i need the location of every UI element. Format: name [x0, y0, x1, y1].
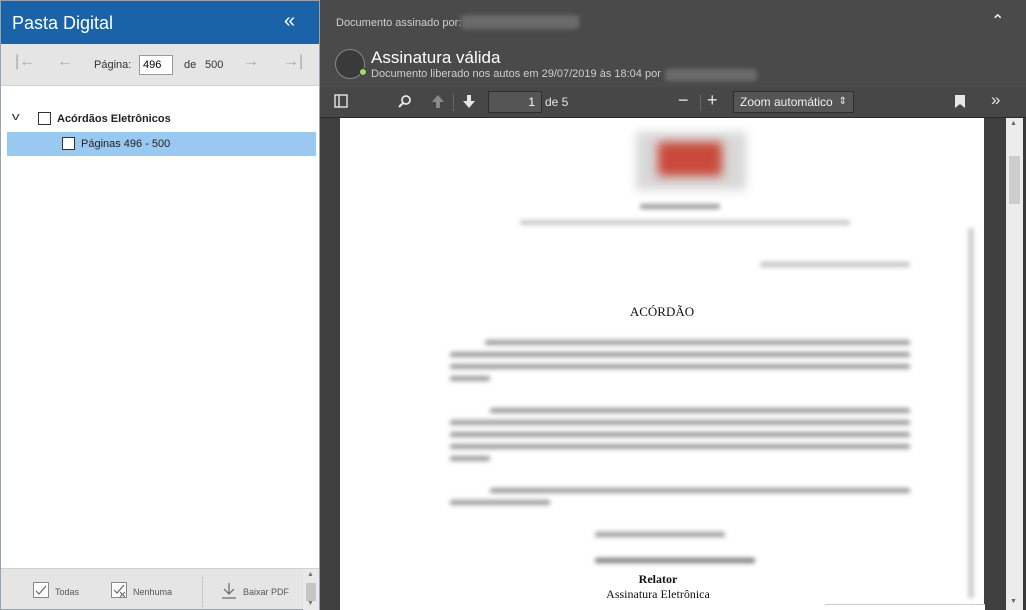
page-label: Página: [94, 59, 132, 71]
document-heading: ACÓRDÃO [629, 304, 695, 319]
scroll-up-icon[interactable]: ▲ [1010, 120, 1017, 127]
next-page-icon[interactable]: → [243, 53, 259, 71]
previous-page-icon[interactable]: ← [57, 53, 73, 71]
redacted-text [450, 432, 910, 437]
signature-released-text: Documento liberado nos autos em 29/07/20… [371, 68, 661, 80]
signature-header: Documento assinado por: ⌃ [320, 0, 1026, 43]
redacted-text [450, 444, 910, 449]
redacted-text [490, 488, 910, 493]
zoom-select[interactable]: Zoom automático ⇕ [733, 91, 854, 113]
viewer-scrollbar[interactable]: ▲ ▼ [1006, 118, 1023, 610]
select-arrows-icon: ⇕ [838, 96, 847, 107]
page-of-label: de [184, 59, 197, 71]
bookmark-icon[interactable] [954, 94, 966, 113]
zoom-in-icon[interactable]: + [707, 91, 718, 109]
page-number-input[interactable] [139, 55, 173, 75]
redacted-text [595, 532, 725, 537]
download-pdf-button[interactable]: Baixar PDF [219, 569, 299, 610]
toolbar-divider [453, 94, 454, 111]
tree-node-checkbox[interactable] [38, 112, 51, 125]
redacted-text [640, 204, 720, 209]
redacted-text [450, 500, 550, 505]
toolbar-divider [700, 94, 701, 111]
horizontal-scrollbar[interactable] [825, 604, 985, 610]
total-pages: 500 [205, 59, 224, 71]
redacted-text [450, 456, 490, 461]
pdf-page-input[interactable] [488, 91, 542, 113]
tree-node-label: Páginas 496 - 500 [81, 138, 171, 150]
redacted-text [520, 220, 850, 225]
pdf-toolbar: de 5 − + Zoom automático ⇕ » [320, 87, 1026, 118]
previous-page-arrow-icon[interactable] [431, 94, 445, 113]
select-all-button[interactable]: Todas [31, 569, 91, 610]
scroll-down-icon[interactable]: ▼ [307, 600, 314, 607]
pdf-page: ACÓRDÃO [340, 118, 984, 610]
first-page-icon[interactable]: |← [15, 53, 35, 71]
check-icon [33, 582, 49, 598]
tree-scrollbar[interactable]: ▲ ▼ [303, 569, 319, 610]
redacted-text [595, 558, 755, 563]
chevron-up-icon[interactable]: ⌃ [991, 11, 1004, 31]
redacted-text [450, 376, 490, 381]
redacted-text [490, 408, 910, 413]
margin-stamp [968, 228, 974, 598]
chevron-down-icon[interactable]: v [12, 111, 20, 123]
download-pdf-label: Baixar PDF [243, 587, 290, 597]
select-all-label: Todas [55, 587, 80, 597]
tree-node-checkbox[interactable] [62, 137, 75, 150]
redacted-releaser [665, 69, 757, 81]
zoom-select-value: Zoom automático [740, 95, 833, 109]
panel-title: Pasta Digital [12, 13, 114, 33]
tree-node-label: Acórdãos Eletrônicos [57, 113, 171, 125]
select-none-button[interactable]: Nenhuma [111, 569, 181, 610]
signature-line: Assinatura Eletrônica [606, 587, 710, 601]
valid-status-dot [359, 68, 367, 76]
select-none-label: Nenhuma [133, 587, 173, 597]
uncheck-icon [111, 582, 127, 598]
next-page-arrow-icon[interactable] [462, 94, 476, 113]
tree-node-pages[interactable]: Páginas 496 - 500 [7, 132, 316, 156]
sidebar-toggle-icon[interactable] [334, 94, 348, 112]
last-page-icon[interactable]: →| [283, 53, 303, 71]
redacted-text [450, 352, 910, 357]
footer-divider [202, 577, 203, 607]
scroll-up-icon[interactable]: ▲ [307, 571, 314, 578]
redacted-text [760, 262, 910, 267]
scroll-thumb[interactable] [306, 583, 316, 601]
tools-menu-icon[interactable]: » [991, 91, 1000, 108]
redacted-text [485, 340, 910, 345]
left-panel-footer: Todas Nenhuma Baixar PDF ▲ ▼ [1, 568, 319, 610]
pdf-viewer[interactable]: ACÓRDÃO Relator Assinatura Eletrônica [320, 118, 1006, 610]
scroll-down-icon[interactable]: ▼ [1010, 598, 1017, 605]
court-logo-emblem [658, 142, 722, 176]
pager: |← ← Página: de 500 → →| [1, 44, 319, 86]
signature-status-title: Assinatura válida [371, 48, 501, 67]
collapse-panel-icon[interactable]: « [284, 11, 295, 31]
download-icon [221, 582, 237, 600]
signature-status: Assinatura válida Documento liberado nos… [320, 43, 1026, 87]
tree-node-acordaos[interactable]: v Acórdãos Eletrônicos [7, 108, 316, 132]
redacted-signer [461, 15, 579, 29]
scroll-thumb[interactable] [1009, 156, 1020, 204]
redacted-text [450, 364, 910, 369]
pdf-page-count: de 5 [545, 95, 569, 109]
viewer-panel: Documento assinado por: ⌃ Assinatura vál… [320, 0, 1026, 610]
redacted-text [450, 420, 910, 425]
relator-label: Relator [638, 572, 678, 586]
signed-by-label: Documento assinado por: [336, 17, 462, 29]
left-panel: Pasta Digital « |← ← Página: de 500 → →|… [0, 0, 320, 610]
search-icon[interactable] [398, 94, 412, 112]
zoom-out-icon[interactable]: − [678, 91, 689, 109]
left-panel-header: Pasta Digital « [1, 1, 319, 44]
